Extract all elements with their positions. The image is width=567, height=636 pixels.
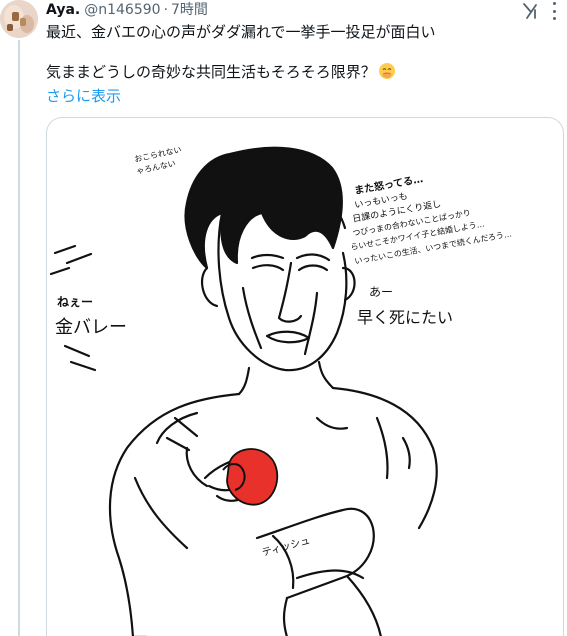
- avatar-column: [0, 0, 46, 636]
- illustration-thought-small: あー: [369, 285, 393, 299]
- tweet-text-line-2-text: 気ままどうしの奇妙な共同生活もそろそろ限界？: [46, 63, 376, 81]
- author-handle[interactable]: @n146590: [84, 2, 160, 18]
- tweet-image[interactable]: おこられない ゃろんない また怒ってる… いっもいっも 日課のようにくり返し つ…: [46, 117, 564, 636]
- illustration-note-right: また怒ってる…: [353, 172, 424, 197]
- tweet-text-line-1: 最近、金バエの心の声がダダ漏れで一挙手一投足が面白い: [46, 23, 436, 41]
- timestamp[interactable]: 7時間: [171, 2, 208, 18]
- tweet-header: Aya. @n146590 · 7時間: [46, 0, 208, 20]
- tweet[interactable]: Aya. @n146590 · 7時間 最近、金バエの心の声がダダ漏れで一挙手一投足が…: [0, 0, 567, 636]
- illustration-cat-call-big: 金バレー: [55, 317, 127, 338]
- illustration-cat-call-small: ねぇー: [57, 295, 93, 309]
- tweet-text: 最近、金バエの心の声がダダ漏れで一挙手一投足が面白い 気ままどうしの奇妙な共同生…: [46, 21, 556, 83]
- more-options-icon[interactable]: [547, 2, 561, 20]
- separator-dot: ·: [163, 2, 169, 18]
- illustration-tissue-label: ティッシュ: [261, 535, 312, 558]
- show-more-link[interactable]: さらに表示: [46, 86, 121, 106]
- author-name[interactable]: Aya.: [46, 2, 80, 18]
- illustration-thought-big: 早く死にたい: [357, 308, 453, 327]
- illustration: おこられない ゃろんない また怒ってる… いっもいっも 日課のようにくり返し つ…: [49, 145, 512, 636]
- thread-line: [18, 40, 20, 636]
- face-with-hand-over-mouth-icon: [378, 62, 396, 80]
- avatar[interactable]: [0, 0, 38, 38]
- grok-icon[interactable]: [522, 2, 540, 20]
- tweet-text-line-2: 気ままどうしの奇妙な共同生活もそろそろ限界？: [46, 61, 556, 83]
